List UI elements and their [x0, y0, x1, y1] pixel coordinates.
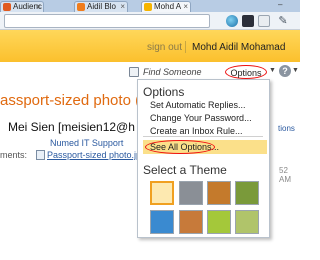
browser-toolbar: ✎: [0, 12, 300, 30]
extension-icon[interactable]: [258, 15, 270, 27]
theme-swatch-ocean[interactable]: [150, 210, 174, 234]
message-time: 52 AM: [279, 166, 291, 184]
message-sender[interactable]: Mei Sien [meisien12@h: [8, 120, 135, 134]
attachment-file-icon: [36, 150, 45, 160]
theme-swatch-floral[interactable]: [235, 210, 259, 234]
extension-icon[interactable]: [226, 15, 238, 27]
menu-divider: [143, 136, 263, 137]
help-caret-icon[interactable]: ▼: [292, 67, 299, 74]
theme-section-title: Select a Theme: [143, 163, 227, 177]
tab-strip: Audienc × Aidil Blo × Mohd A × –: [0, 0, 300, 12]
browser-tab[interactable]: Aidil Blo ×: [74, 1, 128, 12]
address-book-icon[interactable]: [129, 67, 139, 77]
favicon-icon: [144, 3, 152, 11]
theme-swatch-grass[interactable]: [207, 210, 231, 234]
theme-swatch-nature[interactable]: [235, 181, 259, 205]
browser-tab[interactable]: Audienc ×: [0, 1, 44, 12]
help-icon[interactable]: ?: [279, 65, 291, 77]
options-caret-icon[interactable]: ▼: [269, 67, 276, 74]
user-name: Mohd Aidil Mohamad: [192, 42, 286, 53]
menu-item-change-password[interactable]: Change Your Password...: [150, 113, 252, 123]
options-button[interactable]: Options: [225, 65, 267, 79]
favicon-icon: [3, 3, 11, 11]
tab-label: Mohd A: [154, 2, 182, 11]
message-recipient[interactable]: Numed IT Support: [50, 138, 123, 148]
options-menu-title: Options: [143, 85, 185, 99]
menu-item-automatic-replies[interactable]: Set Automatic Replies...: [150, 100, 246, 110]
sign-out-link[interactable]: sign out: [147, 42, 182, 53]
menu-item-inbox-rule[interactable]: Create an Inbox Rule...: [150, 126, 243, 136]
close-tab-icon[interactable]: ×: [36, 2, 41, 12]
header-separator: [185, 41, 186, 53]
find-someone-field[interactable]: Find Someone: [143, 67, 202, 77]
attachments-label: ments:: [0, 150, 28, 160]
theme-swatch-cartoon[interactable]: [207, 181, 231, 205]
theme-swatch-default[interactable]: [150, 181, 174, 205]
favicon-icon: [77, 3, 85, 11]
address-bar[interactable]: [4, 14, 210, 28]
minimize-button[interactable]: –: [278, 0, 286, 9]
close-tab-icon[interactable]: ×: [183, 2, 188, 12]
browser-tab-active[interactable]: Mohd A ×: [141, 1, 191, 12]
message-subject: assport-sized photo (L: [0, 92, 149, 109]
close-tab-icon[interactable]: ×: [120, 2, 125, 12]
extension-icon[interactable]: [242, 15, 254, 27]
tab-label: Aidil Blo: [87, 2, 116, 11]
wrench-icon[interactable]: ✎: [276, 14, 290, 28]
theme-swatch-silver[interactable]: [179, 181, 203, 205]
message-actions-link[interactable]: tions: [278, 124, 295, 133]
theme-swatch-stripes[interactable]: [179, 210, 203, 234]
annotation-circle: [145, 140, 215, 154]
